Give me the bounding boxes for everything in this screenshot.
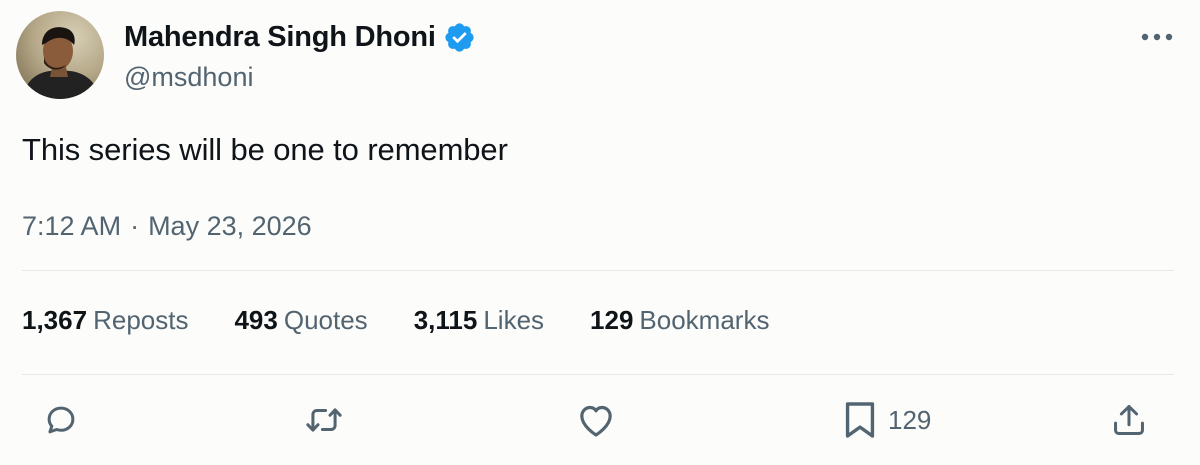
author-row: Mahendra Singh Dhoni (124, 18, 476, 56)
verified-badge-icon[interactable] (443, 21, 476, 54)
repost-button[interactable] (303, 399, 345, 441)
reply-icon (42, 401, 80, 439)
bookmark-count: 129 (888, 404, 932, 435)
author-handle[interactable]: @msdhoni (124, 62, 253, 93)
stat-label: Bookmarks (639, 305, 770, 335)
tweet-time[interactable]: 7:12 AM (22, 211, 121, 242)
stat-label: Quotes (283, 305, 368, 335)
reply-button[interactable] (42, 399, 80, 441)
like-button[interactable] (576, 399, 616, 441)
tweet-date[interactable]: May 23, 2026 (148, 211, 312, 242)
stat-bookmarks[interactable]: 129 Bookmarks (590, 305, 769, 336)
more-options-icon[interactable] (1136, 22, 1178, 52)
stat-value: 129 (590, 305, 634, 335)
tweet-timestamp: 7:12 AM · May 23, 2026 (22, 211, 312, 242)
stat-reposts[interactable]: 1,367 Reposts (22, 305, 188, 336)
bookmark-button[interactable]: 129 (844, 399, 931, 441)
engagement-stats: 1,367 Reposts 493 Quotes 3,115 Likes 129 Boo… (22, 305, 815, 336)
divider (22, 270, 1174, 271)
timestamp-separator: · (130, 211, 140, 241)
bookmark-icon (844, 400, 876, 440)
heart-icon (576, 401, 616, 439)
stat-label: Likes (483, 305, 545, 335)
share-icon (1110, 401, 1148, 439)
stat-value: 1,367 (22, 305, 88, 335)
repost-icon (303, 401, 345, 439)
share-button[interactable] (1110, 399, 1148, 441)
stat-value: 3,115 (413, 305, 478, 335)
tweet-card: Mahendra Singh Dhoni @msdhoni This serie… (0, 0, 1200, 465)
avatar[interactable] (16, 11, 104, 99)
divider (22, 374, 1174, 375)
stat-label: Reposts (93, 305, 189, 335)
display-name[interactable]: Mahendra Singh Dhoni (124, 21, 436, 54)
stat-quotes[interactable]: 493 Quotes (234, 305, 367, 336)
stat-value: 493 (234, 305, 278, 335)
stat-likes[interactable]: 3,115 Likes (414, 305, 544, 336)
tweet-text: This series will be one to remember (22, 132, 508, 167)
